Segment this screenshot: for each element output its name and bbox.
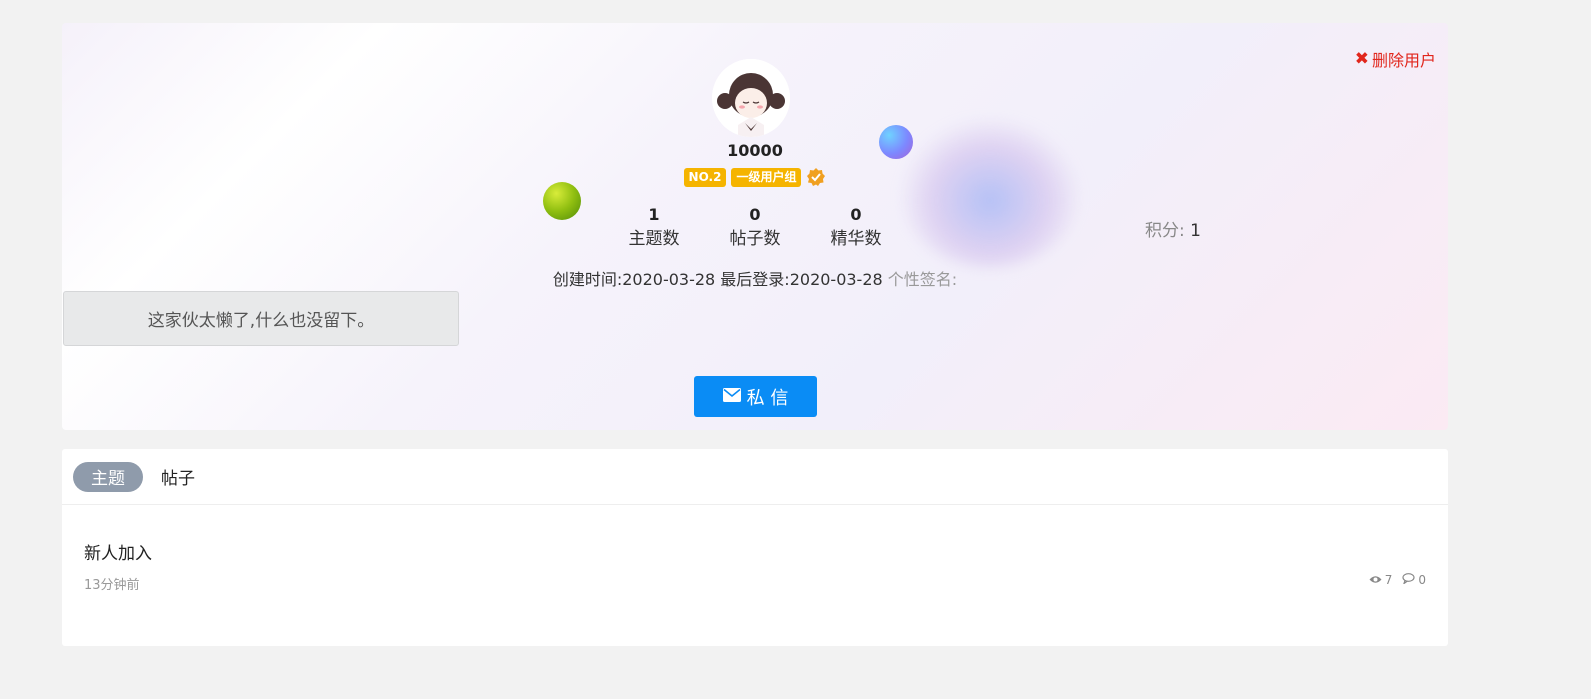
username: 10000: [727, 141, 783, 160]
last-login-value: 2020-03-28: [789, 270, 883, 289]
verified-icon: [806, 167, 826, 187]
last-login-label: 最后登录:: [720, 270, 790, 289]
points-value: 1: [1190, 221, 1201, 241]
private-message-button[interactable]: 私 信: [694, 376, 817, 417]
stat-posts: 0 帖子数: [705, 204, 806, 252]
created-value: 2020-03-28: [622, 270, 716, 289]
signature-label: 个性签名:: [887, 270, 958, 289]
avatar: [712, 59, 790, 137]
content-tabs: 主题 帖子: [62, 449, 1448, 505]
view-count: 7: [1384, 573, 1393, 587]
stat-value: 0: [749, 205, 761, 224]
private-message-label: 私 信: [746, 387, 789, 409]
stat-value: 1: [648, 205, 660, 224]
signature-box: 这家伙太懒了,什么也没留下。: [63, 291, 459, 346]
tab-posts[interactable]: 帖子: [161, 464, 195, 489]
content-card: 主题 帖子 新人加入 13分钟前 7 0: [62, 449, 1448, 646]
comment-icon: [1402, 573, 1415, 587]
stat-label: 精华数: [830, 229, 882, 249]
signature-text: 这家伙太懒了,什么也没留下。: [147, 311, 375, 331]
stat-label: 帖子数: [729, 229, 781, 249]
badge-row: NO.2 一级用户组: [62, 167, 1448, 187]
user-meta-line: 创建时间:2020-03-28 最后登录:2020-03-28 个性签名:: [62, 266, 1448, 290]
created-label: 创建时间:: [552, 270, 623, 289]
envelope-icon: [722, 386, 741, 407]
post-title-link[interactable]: 新人加入: [84, 539, 152, 564]
comment-count: 0: [1418, 573, 1426, 587]
delete-user-button[interactable]: ✖ 删除用户: [1355, 47, 1436, 71]
stats-row: 1 主题数 0 帖子数 0 精华数: [62, 204, 1448, 252]
stat-topics: 1 主题数: [604, 204, 705, 252]
stat-label: 主题数: [628, 229, 680, 249]
close-icon: ✖: [1354, 49, 1369, 69]
eye-icon: [1369, 573, 1382, 587]
post-time: 13分钟前: [84, 578, 140, 593]
points-display: 积分: 1: [1145, 216, 1201, 241]
post-stats: 7 0: [1369, 573, 1426, 587]
stat-featured: 0 精华数: [806, 204, 907, 252]
delete-user-label: 删除用户: [1371, 51, 1436, 70]
profile-card: ✖ 删除用户 10000 NO.2 一级用户组 1 主题数 0 帖子数 0 精华…: [62, 23, 1448, 430]
group-badge: 一级用户组: [731, 167, 802, 187]
points-label: 积分:: [1145, 221, 1185, 241]
rank-badge: NO.2: [683, 167, 727, 187]
tab-topics[interactable]: 主题: [73, 461, 143, 492]
stat-value: 0: [850, 205, 862, 224]
